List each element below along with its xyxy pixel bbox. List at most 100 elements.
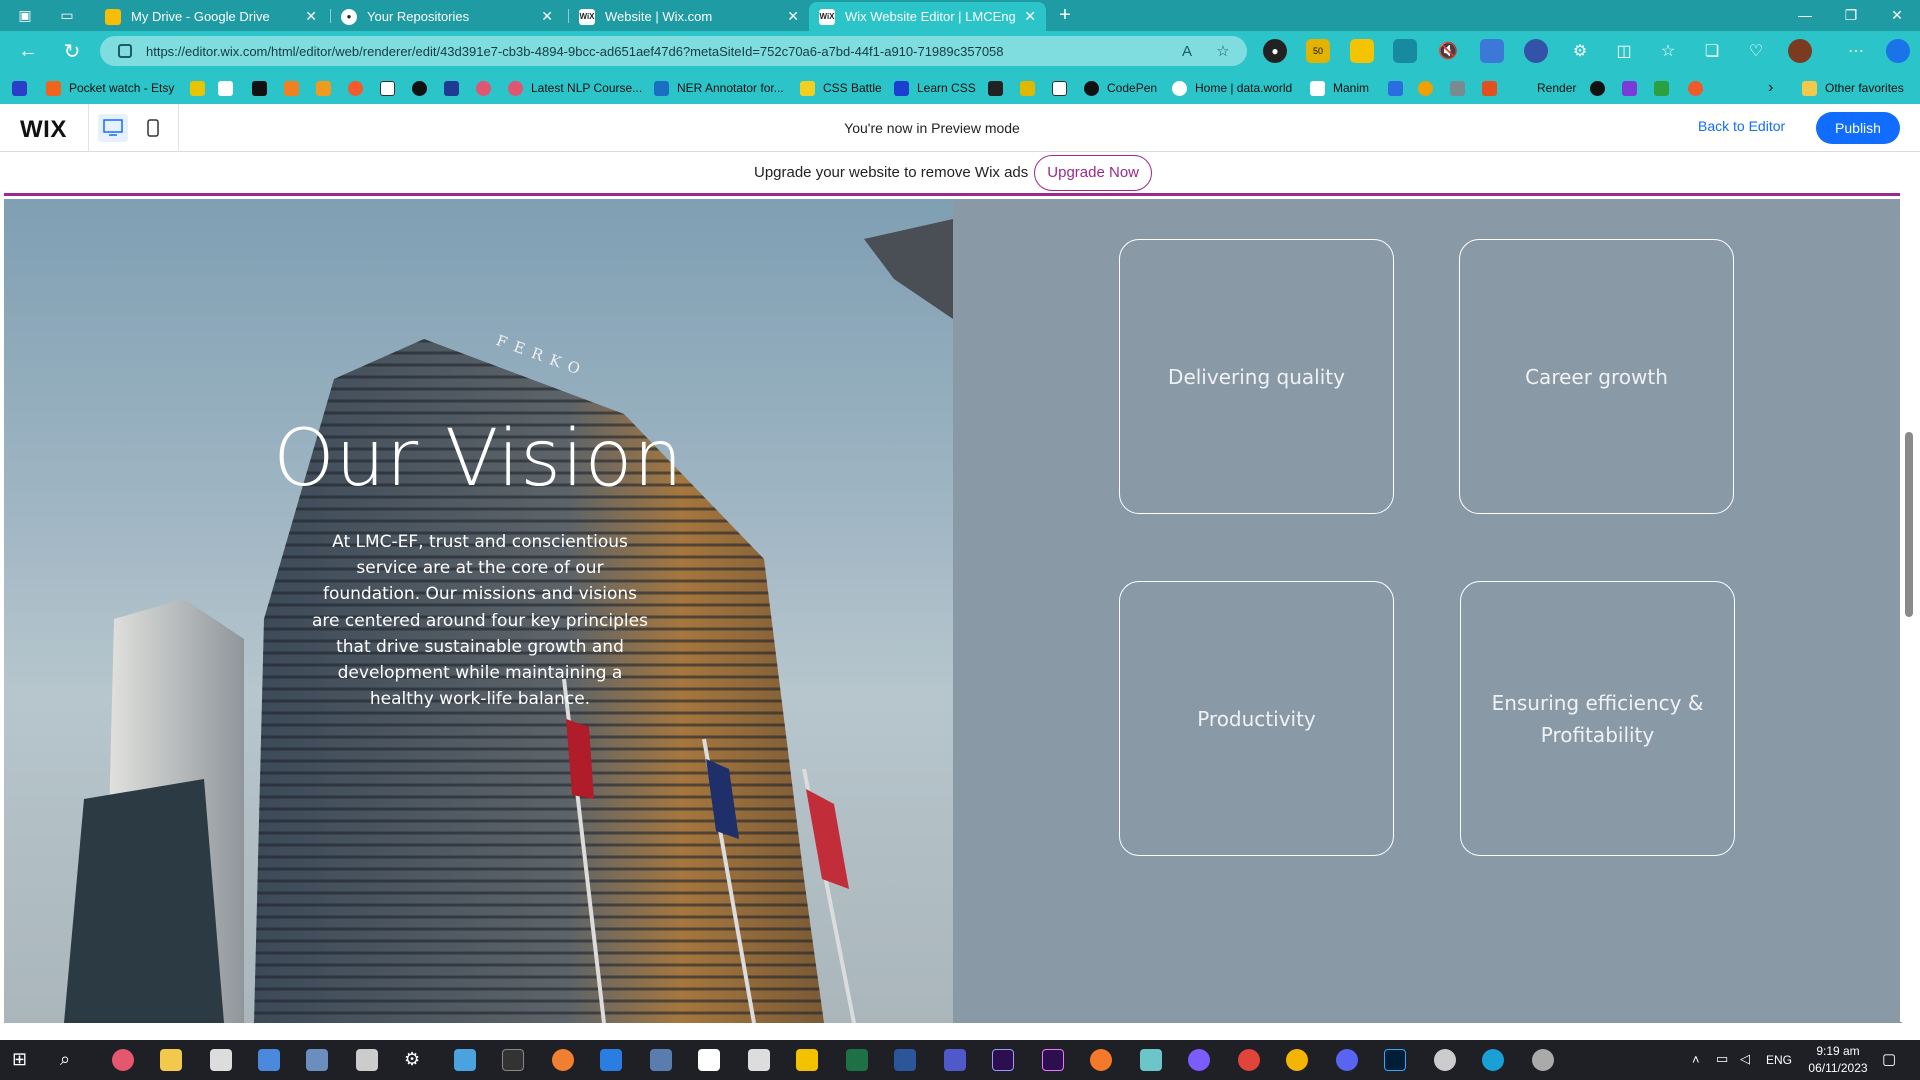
restore-button[interactable]: ❐	[1836, 4, 1866, 26]
close-icon[interactable]: ✕	[541, 8, 553, 25]
read-aloud-icon[interactable]: A	[1175, 43, 1199, 60]
extension-icon[interactable]	[1350, 39, 1374, 63]
favorite-item[interactable]	[1450, 79, 1473, 97]
close-window-button[interactable]: ✕	[1882, 4, 1912, 26]
favorite-item[interactable]	[190, 79, 213, 97]
favorite-folder-other[interactable]: Other favorites	[1802, 79, 1904, 97]
discord-icon[interactable]	[1336, 1049, 1358, 1071]
workspaces-icon[interactable]: ▣	[10, 4, 40, 26]
collections-icon[interactable]: ❏	[1700, 39, 1724, 63]
favorite-item[interactable]	[444, 79, 467, 97]
premiere-icon[interactable]	[1042, 1049, 1064, 1071]
favorite-item[interactable]	[1590, 79, 1613, 97]
close-icon[interactable]: ✕	[1024, 8, 1036, 25]
favorite-item[interactable]	[412, 79, 435, 97]
taskbar-app-icon[interactable]	[306, 1049, 328, 1071]
taskbar-app-icon[interactable]	[748, 1049, 770, 1071]
extension-icon[interactable]: 50	[1306, 39, 1330, 63]
chrome-icon[interactable]	[1286, 1049, 1308, 1071]
taskbar-app-icon[interactable]	[454, 1049, 476, 1071]
powerbi-icon[interactable]	[796, 1049, 818, 1071]
new-tab-button[interactable]: +	[1050, 4, 1080, 26]
messenger-icon[interactable]	[1188, 1049, 1210, 1071]
favorite-item[interactable]	[380, 79, 403, 97]
favorite-item[interactable]	[348, 79, 371, 97]
favorite-item[interactable]	[1052, 79, 1075, 97]
profile-avatar[interactable]	[1788, 39, 1812, 63]
taskbar-app-icon[interactable]	[356, 1049, 378, 1071]
search-icon[interactable]: ⌕	[60, 1049, 82, 1071]
favorite-item-manim[interactable]: Manim	[1310, 79, 1369, 97]
edge-icon[interactable]	[1482, 1049, 1504, 1071]
tab-repositories[interactable]: ● Your Repositories ✕	[331, 2, 563, 31]
mute-icon[interactable]: 🔇	[1436, 39, 1460, 63]
publish-button[interactable]: Publish	[1816, 112, 1900, 144]
back-arrow-icon[interactable]: ←	[14, 37, 42, 65]
favorite-item[interactable]	[1482, 79, 1505, 97]
taskbar-app-icon[interactable]	[1434, 1049, 1456, 1071]
favorites-icon[interactable]: ☆	[1656, 39, 1680, 63]
favorite-item[interactable]	[12, 79, 35, 97]
excel-icon[interactable]	[846, 1049, 868, 1071]
browser-essentials-icon[interactable]: ♡	[1744, 39, 1768, 63]
favorite-item[interactable]	[218, 79, 241, 97]
tab-website-wix[interactable]: WiX Website | Wix.com ✕	[569, 2, 809, 31]
notion-icon[interactable]	[698, 1049, 720, 1071]
taskbar-app-icon[interactable]	[112, 1049, 134, 1071]
refresh-icon[interactable]: ↻	[58, 37, 86, 65]
favorite-item[interactable]	[1418, 79, 1441, 97]
extension-icon[interactable]	[1393, 39, 1417, 63]
photoshop-icon[interactable]	[1384, 1049, 1406, 1071]
favorite-item[interactable]	[1388, 79, 1411, 97]
tab-wix-editor[interactable]: WiX Wix Website Editor | LMCEngineer ✕	[809, 2, 1046, 31]
clock-time[interactable]: 9:19 am	[1808, 1044, 1868, 1058]
settings-icon[interactable]: ⚙	[404, 1049, 426, 1071]
favorite-item-ner[interactable]: NER Annotator for...	[654, 79, 784, 97]
favorite-item-learn-css[interactable]: Learn CSS	[894, 79, 976, 97]
extension-icon[interactable]	[1480, 39, 1504, 63]
extension-icon[interactable]: ●	[1263, 39, 1287, 63]
copilot-icon[interactable]	[1886, 39, 1910, 63]
favorite-item[interactable]	[316, 79, 339, 97]
notifications-icon[interactable]: ▢	[1882, 1050, 1896, 1068]
minimize-button[interactable]: —	[1790, 4, 1820, 26]
address-bar[interactable]: https://editor.wix.com/html/editor/web/r…	[100, 36, 1247, 66]
favorite-item[interactable]	[1654, 79, 1677, 97]
extensions-puzzle-icon[interactable]: ⚙	[1568, 39, 1592, 63]
favorite-item[interactable]	[1688, 79, 1711, 97]
taskbar-app-icon[interactable]	[552, 1049, 574, 1071]
scrollbar-thumb[interactable]	[1905, 432, 1913, 617]
network-icon[interactable]: ▭	[1716, 1051, 1728, 1067]
blender-icon[interactable]	[1090, 1049, 1112, 1071]
tab-google-drive[interactable]: My Drive - Google Drive ✕	[95, 2, 327, 31]
calculator-icon[interactable]	[210, 1049, 232, 1071]
url-text[interactable]: https://editor.wix.com/html/editor/web/r…	[146, 44, 1175, 59]
favorite-item-etsy[interactable]: Pocket watch - Etsy	[46, 79, 174, 97]
clock-date[interactable]: 06/11/2023	[1800, 1061, 1876, 1075]
vscode-icon[interactable]	[600, 1049, 622, 1071]
upgrade-now-button[interactable]: Upgrade Now	[1034, 154, 1152, 191]
star-icon[interactable]: ☆	[1211, 42, 1235, 60]
taskbar-app-icon[interactable]	[258, 1049, 280, 1071]
favorite-item-codepen[interactable]: CodePen	[1084, 79, 1157, 97]
favorite-item[interactable]	[252, 79, 275, 97]
favorite-item[interactable]	[476, 79, 499, 97]
favorite-item-css-battle[interactable]: CSS Battle	[800, 79, 882, 97]
chevron-up-icon[interactable]: ˄	[1692, 1052, 1700, 1067]
favorite-item[interactable]	[1020, 79, 1043, 97]
start-icon[interactable]: ⊞	[12, 1049, 34, 1071]
taskbar-app-icon[interactable]	[650, 1049, 672, 1071]
close-icon[interactable]: ✕	[787, 8, 799, 25]
taskbar-app-icon[interactable]	[1532, 1049, 1554, 1071]
volume-icon[interactable]: ◁	[1740, 1051, 1750, 1067]
extension-icon[interactable]	[1524, 39, 1548, 63]
after-effects-icon[interactable]	[992, 1049, 1014, 1071]
chevron-right-icon[interactable]: ›	[1768, 79, 1773, 97]
split-screen-icon[interactable]: ◫	[1612, 39, 1636, 63]
teams-icon[interactable]	[944, 1049, 966, 1071]
favorite-item[interactable]	[284, 79, 307, 97]
language-indicator[interactable]: ENG	[1766, 1053, 1792, 1067]
more-menu-icon[interactable]: ⋯	[1844, 39, 1868, 63]
favorite-item[interactable]	[988, 79, 1011, 97]
tab-actions-icon[interactable]: ▭	[52, 4, 82, 26]
